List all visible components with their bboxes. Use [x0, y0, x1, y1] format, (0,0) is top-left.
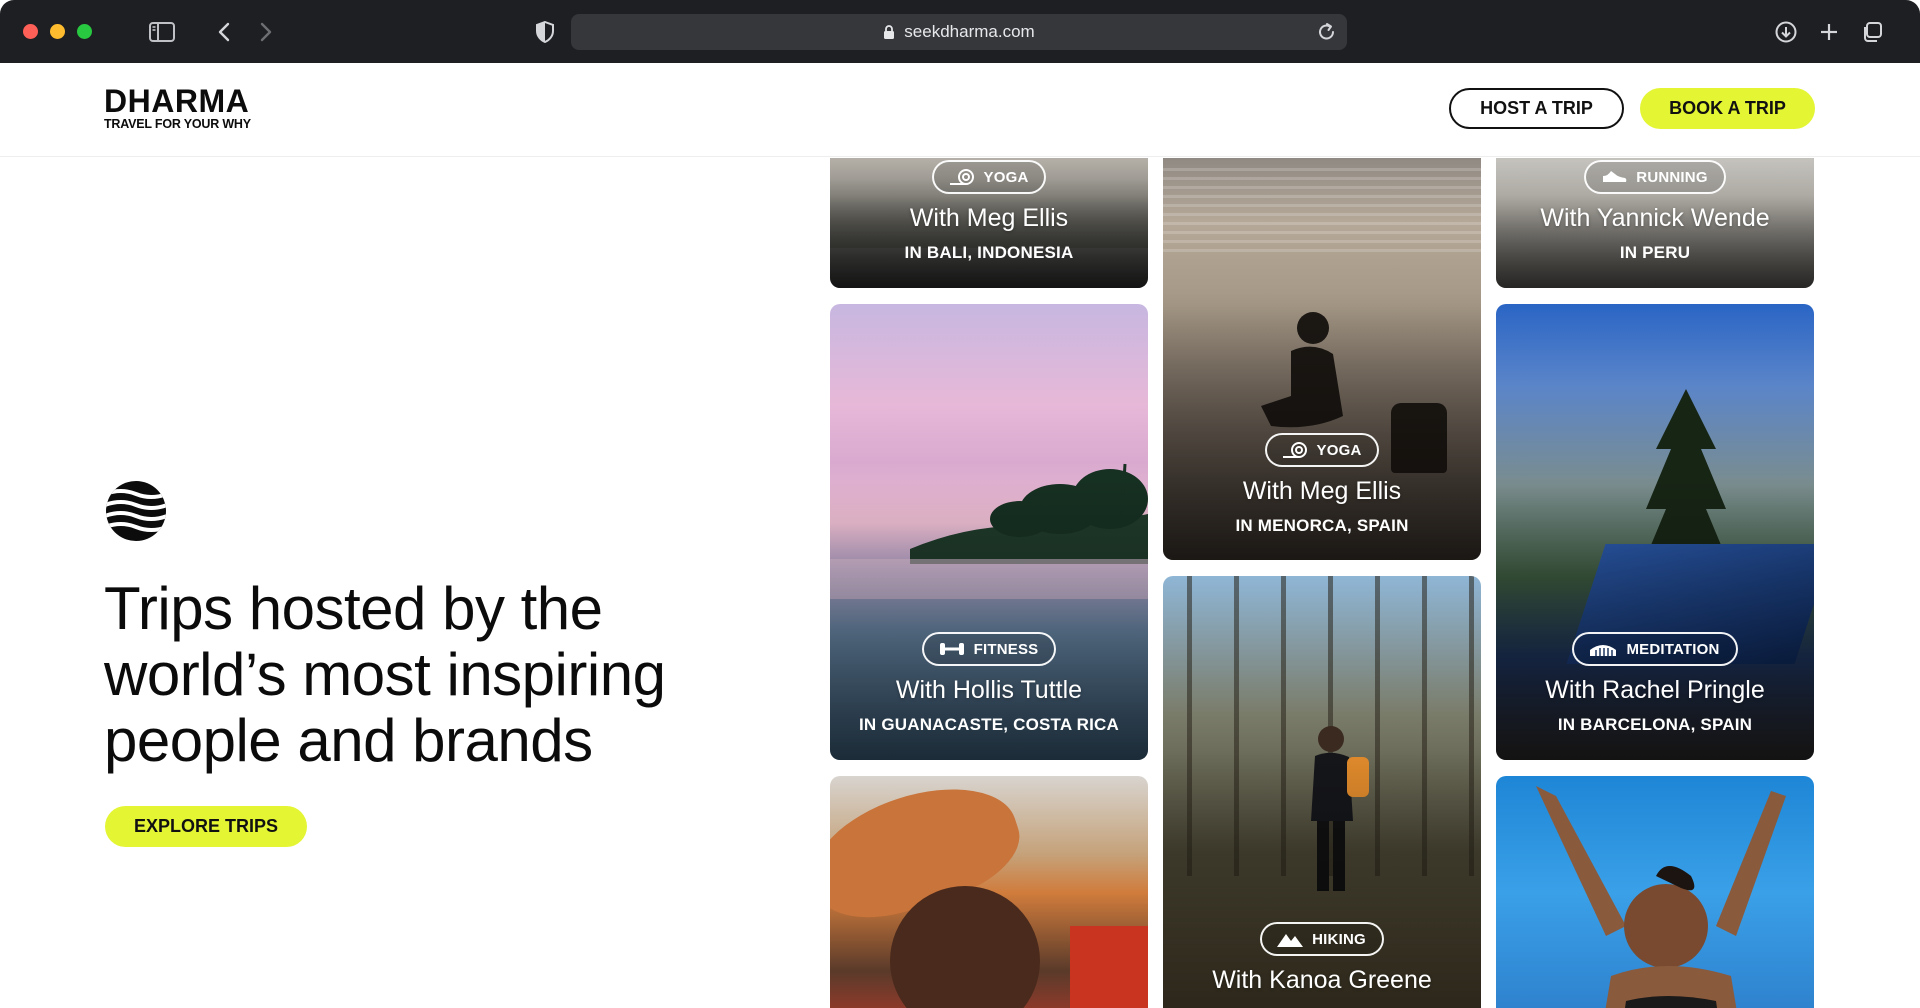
category-pill: YOGA [1264, 433, 1380, 467]
logo-wordmark: DHARMA [104, 83, 250, 119]
category-pill: MEDITATION [1572, 632, 1738, 666]
trip-location: IN GUANACASTE, COSTA RICA [859, 715, 1119, 734]
running-shoe-icon [1600, 168, 1628, 186]
category-label: FITNESS [973, 640, 1039, 658]
mountain-icon [1276, 930, 1304, 948]
minimize-window-button[interactable] [50, 24, 65, 39]
category-label: RUNNING [1636, 168, 1708, 186]
forward-icon[interactable] [253, 19, 279, 45]
trip-card-menorca[interactable]: YOGA With Meg Ellis IN MENORCA, SPAIN [1163, 158, 1481, 560]
browser-toolbar: seekdharma.com [0, 0, 1920, 63]
url-text: seekdharma.com [904, 22, 1035, 41]
category-label: HIKING [1312, 930, 1366, 948]
yoga-mat-icon [1281, 441, 1309, 459]
dumbbell-icon [938, 640, 966, 658]
category-pill: RUNNING [1584, 160, 1726, 194]
category-label: YOGA [1316, 441, 1362, 459]
reload-icon[interactable] [1317, 21, 1337, 48]
trip-host: With Meg Ellis [1242, 477, 1402, 505]
trip-host: With Yannick Wende [1540, 204, 1770, 232]
trip-card-celebration[interactable] [1496, 776, 1814, 1008]
trip-card-portrait[interactable] [830, 776, 1148, 1008]
trip-host: With Rachel Pringle [1545, 676, 1765, 704]
meditation-icon [1588, 640, 1618, 658]
category-pill: FITNESS [921, 632, 1057, 666]
new-tab-icon[interactable] [1816, 19, 1842, 45]
trip-host: With Meg Ellis [909, 204, 1069, 232]
trip-location: IN PERU [1619, 243, 1691, 262]
trip-card-barcelona[interactable]: MEDITATION With Rachel Pringle IN BARCEL… [1496, 304, 1814, 760]
category-label: YOGA [983, 168, 1029, 186]
trip-card-grid: YOGA With Meg Ellis IN BALI, INDONESIA Y… [0, 158, 1920, 1008]
browser-window: seekdharma.com DHARMA TRAVEL FOR YOUR WH… [0, 0, 1920, 1008]
sidebar-toggle-icon[interactable] [149, 19, 175, 45]
trip-host: With Kanoa Greene [1212, 966, 1432, 994]
tab-overview-icon[interactable] [1859, 19, 1885, 45]
downloads-icon[interactable] [1773, 19, 1799, 45]
trip-location: IN BARCELONA, SPAIN [1557, 715, 1753, 734]
logo-tagline: TRAVEL FOR YOUR WHY [104, 117, 251, 131]
dharma-logo[interactable]: DHARMA TRAVEL FOR YOUR WHY [104, 83, 251, 131]
yoga-mat-icon [948, 168, 976, 186]
category-label: MEDITATION [1626, 640, 1720, 658]
close-window-button[interactable] [23, 24, 38, 39]
person-arms-up [1516, 776, 1806, 1008]
trip-card-guanacaste[interactable]: FITNESS With Hollis Tuttle IN GUANACASTE… [830, 304, 1148, 760]
shield-icon[interactable] [532, 19, 558, 45]
address-bar[interactable]: seekdharma.com [571, 14, 1347, 50]
back-icon[interactable] [211, 19, 237, 45]
trip-card-peru[interactable]: RUNNING With Yannick Wende IN PERU [1496, 158, 1814, 288]
category-pill: HIKING [1260, 922, 1384, 956]
site-header: DHARMA TRAVEL FOR YOUR WHY [0, 63, 1920, 157]
trip-location: IN BALI, INDONESIA [904, 243, 1074, 262]
host-a-trip-button[interactable]: HOST A TRIP [1449, 88, 1624, 129]
book-a-trip-button[interactable]: BOOK A TRIP [1640, 88, 1815, 129]
maximize-window-button[interactable] [77, 24, 92, 39]
lock-icon [883, 24, 895, 40]
window-controls [23, 24, 92, 39]
category-pill: YOGA [931, 160, 1047, 194]
trip-card-hiking[interactable]: HIKING With Kanoa Greene [1163, 576, 1481, 1008]
trip-location: IN MENORCA, SPAIN [1235, 516, 1409, 535]
trip-host: With Hollis Tuttle [895, 676, 1083, 704]
trip-card-bali[interactable]: YOGA With Meg Ellis IN BALI, INDONESIA [830, 158, 1148, 288]
